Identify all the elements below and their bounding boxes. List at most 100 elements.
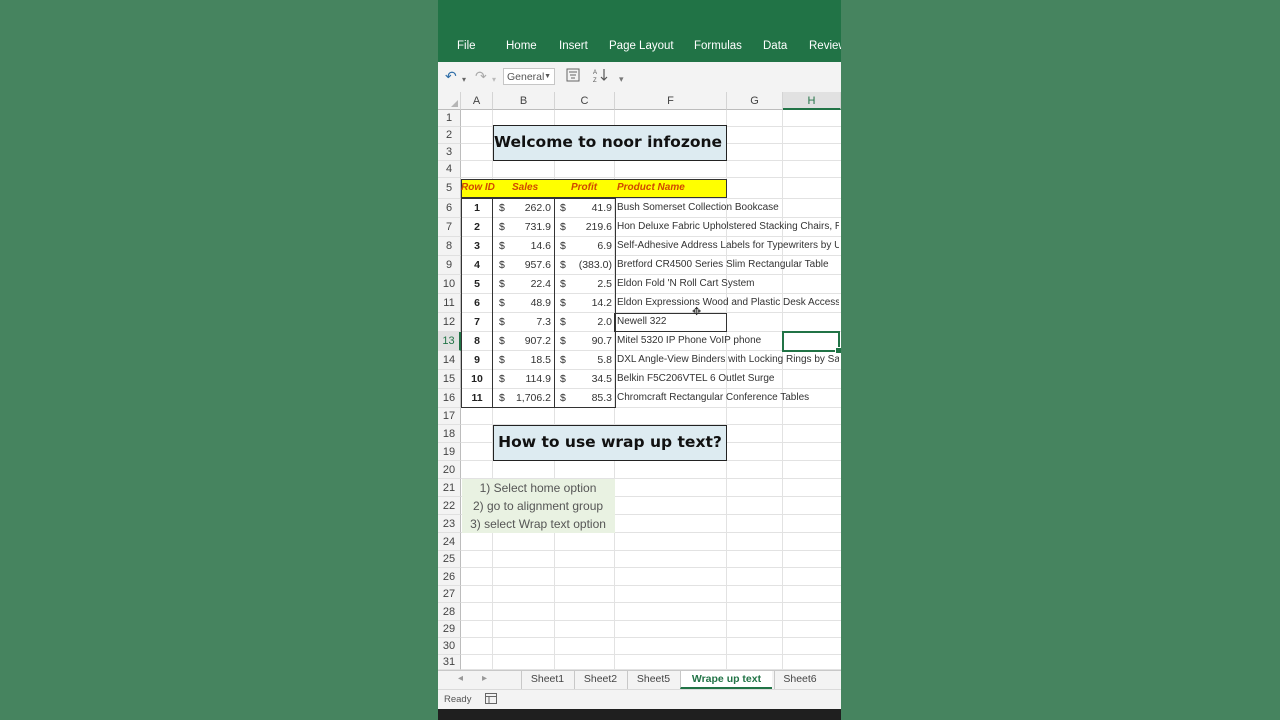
row-header-14[interactable]: 14 [438,351,461,370]
row-header-3[interactable]: 3 [438,144,461,161]
row-header-17[interactable]: 17 [438,408,461,425]
undo-icon[interactable]: ↶ [445,68,457,84]
header-product-name: Product Name [617,182,685,193]
active-cell-h13[interactable] [782,331,841,354]
redo-icon[interactable]: ↷ [475,68,487,84]
row-header-24[interactable]: 24 [438,533,461,551]
row-header-20[interactable]: 20 [438,461,461,479]
redo-dropdown-icon[interactable]: ▾ [492,72,496,88]
cell-sales: 7.3 [536,316,551,328]
sheet-tab-sheet1[interactable]: Sheet1 [521,671,573,689]
cell-sales: 731.9 [524,221,551,233]
tab-data[interactable]: Data [763,40,787,52]
row-header-1[interactable]: 1 [438,110,461,127]
tab-formulas[interactable]: Formulas [694,40,742,52]
select-all-corner[interactable] [438,92,461,110]
tab-insert[interactable]: Insert [559,40,588,52]
column-header-a[interactable]: A [461,92,493,110]
sheet-tab-sheet5[interactable]: Sheet5 [627,671,679,689]
cell-profit: 6.9 [597,240,612,252]
cell-row-id: 3 [474,240,480,252]
tab-page-layout[interactable]: Page Layout [609,40,674,52]
row-header-27[interactable]: 27 [438,586,461,603]
row-gridline [461,602,841,603]
cell-product-name: DXL Angle-View Binders with Locking Ring… [617,354,839,365]
cell-currency-profit: $ [560,297,566,309]
next-sheet-icon[interactable]: ▸ [482,673,487,684]
row-header-26[interactable]: 26 [438,568,461,586]
header-profit: Profit [571,182,598,193]
row-header-2[interactable]: 2 [438,127,461,144]
undo-dropdown-icon[interactable]: ▾ [462,72,466,88]
row-header-7[interactable]: 7 [438,218,461,237]
header-sales: Sales [512,182,539,193]
cell-profit: 41.9 [591,202,612,214]
page-layout-icon[interactable] [485,693,497,707]
sort-icon[interactable]: AZ [593,67,609,87]
cell-currency-profit: $ [560,278,566,290]
cell-currency-profit: $ [560,354,566,366]
excel-app: File Home Insert Page Layout Formulas Da… [438,0,841,720]
row-header-9[interactable]: 9 [438,256,461,275]
column-header-h[interactable]: H [783,92,841,110]
wrap-text-title: How to use wrap up text? [493,425,727,461]
row-header-8[interactable]: 8 [438,237,461,256]
row-header-29[interactable]: 29 [438,621,461,638]
row-header-6[interactable]: 6 [438,199,461,218]
row-header-21[interactable]: 21 [438,479,461,497]
tab-review[interactable]: Review [809,40,841,52]
row-header-25[interactable]: 25 [438,551,461,568]
cell-currency-sales: $ [499,240,505,252]
row-header-22[interactable]: 22 [438,497,461,515]
cell-sales: 18.5 [530,354,551,366]
row-gridline [461,217,841,218]
row-header-28[interactable]: 28 [438,603,461,621]
row-header-18[interactable]: 18 [438,425,461,443]
cell-currency-sales: $ [499,316,505,328]
row-header-15[interactable]: 15 [438,370,461,389]
row-header-12[interactable]: 12 [438,313,461,332]
row-header-16[interactable]: 16 [438,389,461,408]
column-header-f[interactable]: F [615,92,727,110]
column-header-c[interactable]: C [555,92,615,110]
step-2: 2) go to alignment group [472,499,604,513]
row-header-13[interactable]: 13 [438,332,461,351]
row-header-30[interactable]: 30 [438,638,461,655]
row-header-5[interactable]: 5 [438,178,461,199]
sheet-tab-wrape-up-text[interactable]: Wrape up text [680,671,772,689]
chevron-down-icon: ▼ [544,73,551,80]
filter-icon[interactable] [566,68,580,85]
row-gridline [461,388,841,389]
prev-sheet-icon[interactable]: ◂ [458,673,463,684]
cell-profit: 34.5 [591,373,612,385]
row-gridline [461,407,841,408]
number-format-dropdown[interactable]: General ▼ [503,68,555,85]
row-header-4[interactable]: 4 [438,161,461,178]
cell-currency-profit: $ [560,316,566,328]
column-header-b[interactable]: B [493,92,555,110]
row-gridline [461,312,841,313]
customize-toolbar-icon[interactable]: ▾ [619,71,624,87]
cell-product-name: Newell 322 [617,316,667,327]
move-cursor-icon: ✥ [692,306,702,318]
tab-file[interactable]: File [457,40,476,52]
cell-currency-profit: $ [560,259,566,271]
cell-row-id: 2 [474,221,480,233]
sheet-tab-sheet6[interactable]: Sheet6 [774,671,825,689]
column-header-g[interactable]: G [727,92,783,110]
cell-profit: 2.0 [597,316,612,328]
sheet-tab-sheet2[interactable]: Sheet2 [574,671,626,689]
row-header-10[interactable]: 10 [438,275,461,294]
spreadsheet-grid[interactable]: A B C F G H 1 2 3 4 5 6 7 8 9 10 11 12 13 14 15 16 17 18 1… [438,92,841,670]
row-header-11[interactable]: 11 [438,294,461,313]
table-column-border [554,198,555,408]
cell-profit: 219.6 [585,221,612,233]
cell-sales: 22.4 [530,278,551,290]
row-gridline [461,177,841,178]
tab-home[interactable]: Home [506,40,537,52]
row-header-31[interactable]: 31 [438,655,461,670]
row-header-19[interactable]: 19 [438,443,461,461]
cell-currency-profit: $ [560,335,566,347]
row-header-23[interactable]: 23 [438,515,461,533]
cell-sales: 114.9 [525,373,552,385]
